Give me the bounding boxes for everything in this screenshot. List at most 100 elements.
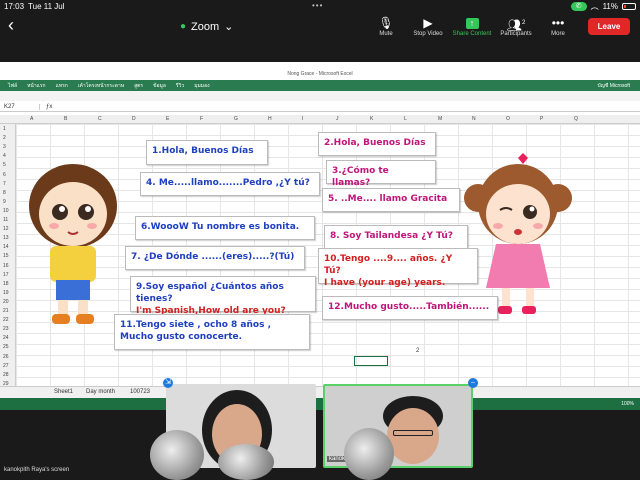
participants-label: Participants [500,31,532,37]
row-header[interactable]: 8 [3,190,6,196]
column-header[interactable]: N [472,116,476,122]
row-header[interactable]: 21 [3,308,9,314]
row-header[interactable]: 27 [3,363,9,369]
column-header[interactable]: B [64,116,67,122]
row-header[interactable]: 12 [3,226,9,232]
account-label[interactable]: บัญชี Microsoft [598,82,631,90]
excel-status-bar: 100% [0,398,640,410]
column-header[interactable]: H [268,116,272,122]
row-header[interactable]: 25 [3,344,9,350]
sheet-tab-2[interactable]: Day month [86,389,115,395]
column-header[interactable]: C [98,116,102,122]
row-header[interactable]: 18 [3,281,9,287]
column-header[interactable]: L [404,116,407,122]
formula-bar: K27 ƒx [0,102,640,112]
card-line: 12.Mucho gusto.....También...... [328,302,490,312]
row-header[interactable]: 28 [3,372,9,378]
stop-video-label: Stop Video [413,31,443,37]
microphone-icon: 🎙︎ [378,16,394,30]
column-header[interactable]: G [234,116,238,122]
leave-button[interactable]: Leave [588,18,630,35]
column-header[interactable]: K [370,116,373,122]
battery-icon [622,2,636,10]
row-header[interactable]: 3 [3,144,6,150]
more-options-icon[interactable]: – [468,378,478,388]
ribbon-tab[interactable]: เค้าโครงหน้ากระดาษ [78,82,124,90]
card-line: 7. ¿De Dónde ......(eres).....?(Tú) [131,252,295,262]
row-header[interactable]: 22 [3,317,9,323]
meeting-title[interactable]: ● Zoom ⌄ [180,20,233,34]
dialogue-card-12: 12.Mucho gusto.....También...... [322,296,498,320]
dialogue-card-7: 7. ¿De Dónde ......(eres).....?(Tú) [125,246,305,270]
mute-button[interactable]: 🎙︎ Mute [366,15,406,37]
column-header[interactable]: O [506,116,510,122]
mute-label: Mute [379,31,393,37]
row-header[interactable]: 10 [3,208,9,214]
column-headers: A B C D E F G H I J K L M N O P Q [0,115,640,124]
ribbon-tab[interactable]: สูตร [134,82,143,90]
card-line: 10.Tengo ....9.... años. ¿Y Tú? [324,254,453,276]
dialogue-card-5: 5. ..Me.... llamo Gracita [322,188,460,212]
ribbon-tab[interactable]: ไฟล์ [8,82,17,90]
row-header[interactable]: 16 [3,263,9,269]
row-header[interactable]: 7 [3,181,6,187]
row-header[interactable]: 20 [3,299,9,305]
zoom-level: 100% [621,401,634,407]
ribbon-tab[interactable]: มุมมอง [194,82,209,90]
row-header[interactable]: 24 [3,335,9,341]
ribbon-tab[interactable]: รีวิว [176,82,184,90]
row-header[interactable]: 5 [3,162,6,168]
share-content-button[interactable]: ↑ Share Content [452,15,492,37]
participants-icon: 👥︎2 [506,18,526,32]
back-chevron-icon[interactable]: ‹ [8,15,14,36]
column-header[interactable]: I [302,116,303,122]
row-header[interactable]: 2 [3,135,6,141]
ribbon-tab[interactable]: ข้อมูล [153,82,166,90]
sheet-tab-1[interactable]: Sheet1 [54,389,73,395]
column-header[interactable]: D [132,116,136,122]
foil-ball-overlay [344,428,394,480]
pin-icon[interactable]: ⇲ [163,378,173,388]
wifi-icon: ︵ [590,1,599,11]
video-camera-icon: ▶︎ [423,16,433,30]
row-header[interactable]: 19 [3,290,9,296]
card-line: 6.WoooW Tu nombre es bonita. [141,222,300,232]
row-header[interactable]: 6 [3,172,6,178]
ribbon-tab[interactable]: แทรก [56,82,68,90]
row-header[interactable]: 17 [3,272,9,278]
card-line: I have (your age) years. [324,278,446,288]
date: Tue 11 Jul [28,1,65,11]
row-header[interactable]: 11 [3,217,8,223]
selected-cell[interactable] [354,356,388,366]
row-header[interactable]: 13 [3,235,9,241]
column-header[interactable]: E [166,116,169,122]
share-content-label: Share Content [452,31,492,37]
participants-button[interactable]: 👥︎2 Participants [496,15,536,37]
card-line: 2.Hola, Buenos Días [324,138,426,148]
phone-call-icon[interactable]: ✆ [570,1,587,11]
share-screen-icon: ↑ [465,18,479,29]
column-header[interactable]: F [200,116,203,122]
row-header[interactable]: 1 [3,126,6,132]
column-header[interactable]: P [540,116,543,122]
multitask-dots-icon[interactable]: ••• [312,1,323,10]
foil-ball-overlay [218,444,274,480]
column-header[interactable]: M [438,116,442,122]
column-header[interactable]: Q [574,116,578,122]
column-header[interactable]: J [336,116,339,122]
row-header[interactable]: 14 [3,244,9,250]
ribbon-tab[interactable]: หน้าแรก [27,82,45,90]
row-header[interactable]: 9 [3,199,6,205]
row-header[interactable]: 23 [3,326,9,332]
row-header[interactable]: 15 [3,253,9,259]
name-box[interactable]: K27 [0,103,40,110]
row-header[interactable]: 4 [3,153,6,159]
more-button[interactable]: ••• More [538,15,578,37]
stop-video-button[interactable]: ▶︎ Stop Video [408,15,448,37]
column-header[interactable]: A [30,116,33,122]
row-header[interactable]: 26 [3,354,9,360]
zoom-toolbar: ‹ ● Zoom ⌄ 🎙︎ Mute ▶︎ Stop Video ↑ Share… [0,12,640,42]
dialogue-card-6: 6.WoooW Tu nombre es bonita. [135,216,315,240]
sheet-tab-3[interactable]: 100723 [130,389,150,395]
excel-quick-toolbar [0,91,640,101]
